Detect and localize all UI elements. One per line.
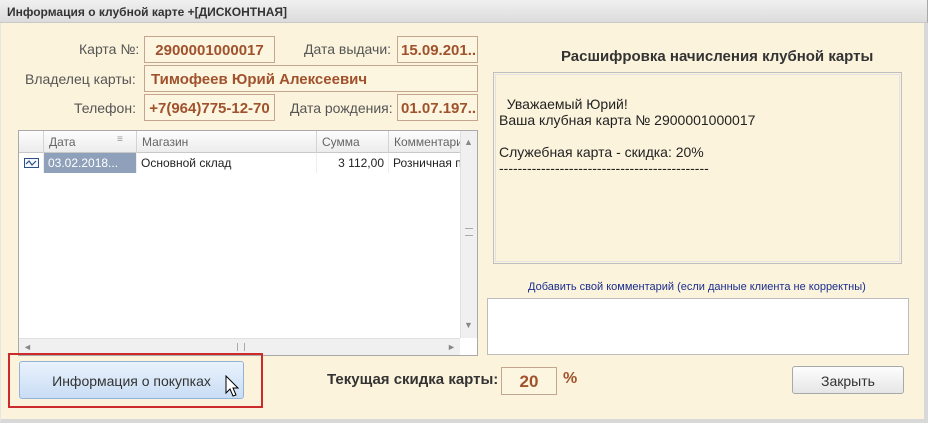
table-header: Дата ≡ Магазин Сумма Комментарий (19, 131, 460, 153)
cell-comment[interactable]: Розничная прода (389, 153, 460, 173)
scroll-right-icon[interactable]: ► (447, 342, 456, 352)
discount-field[interactable]: 20 (501, 367, 557, 395)
issue-date-label: Дата выдачи: (304, 41, 392, 57)
issue-date-field[interactable]: 15.09.201... (397, 36, 478, 63)
percent-sign: % (563, 370, 578, 387)
cell-date[interactable]: 03.02.2018... (44, 153, 137, 173)
owner-field[interactable]: Тимофеев Юрий Алексеевич (144, 65, 478, 92)
purchases-info-button[interactable]: Информация о покупках (19, 361, 244, 399)
scroll-up-icon[interactable]: ▲ (464, 137, 473, 147)
comment-input[interactable] (487, 298, 909, 355)
card-number-label: Карта №: (79, 41, 140, 57)
owner-label: Владелец карты: (25, 71, 136, 87)
row-marker-header (19, 131, 44, 153)
cell-sum[interactable]: 3 112,00 (317, 153, 389, 173)
purchases-table[interactable]: Дата ≡ Магазин Сумма Комментарий 03.02.2… (18, 130, 478, 356)
column-header-sum[interactable]: Сумма (317, 131, 389, 153)
birth-date-field[interactable]: 01.07.197... (397, 94, 478, 121)
table-horizontal-scrollbar[interactable]: ◄ ► (19, 338, 460, 355)
birth-date-label: Дата рождения: (290, 100, 393, 116)
cell-store[interactable]: Основной склад (137, 153, 317, 173)
decoding-title: Расшифровка начисления клубной карты (561, 48, 874, 65)
hscroll-thumb-grip-icon[interactable] (237, 343, 245, 351)
scroll-left-icon[interactable]: ◄ (23, 342, 32, 352)
comment-hint: Добавить свой комментарий (если данные к… (528, 281, 866, 293)
column-header-date[interactable]: Дата ≡ (44, 131, 137, 153)
window-title: Информация о клубной карте +[ДИСКОНТНАЯ] (0, 0, 928, 23)
phone-label: Телефон: (74, 100, 136, 116)
phone-field[interactable]: +7(964)775-12-70 (144, 94, 275, 121)
column-header-store[interactable]: Магазин (137, 131, 317, 153)
decoding-text: Уважаемый Юрий! Ваша клубная карта № 290… (493, 72, 902, 264)
mouse-pointer-icon (225, 375, 240, 397)
table-vertical-scrollbar[interactable]: ▲ ▼ (460, 131, 477, 338)
column-header-comment[interactable]: Комментарий (389, 131, 460, 153)
card-number-field[interactable]: 2900001000017 (144, 36, 275, 63)
scroll-thumb-grip-icon[interactable] (465, 228, 473, 236)
table-row[interactable]: 03.02.2018... Основной склад 3 112,00 Ро… (19, 153, 460, 173)
row-type-icon (19, 153, 44, 173)
scroll-down-icon[interactable]: ▼ (464, 320, 473, 330)
discount-label: Текущая скидка карты: (327, 371, 499, 388)
close-button[interactable]: Закрыть (792, 366, 904, 394)
sort-icon: ≡ (117, 134, 123, 145)
